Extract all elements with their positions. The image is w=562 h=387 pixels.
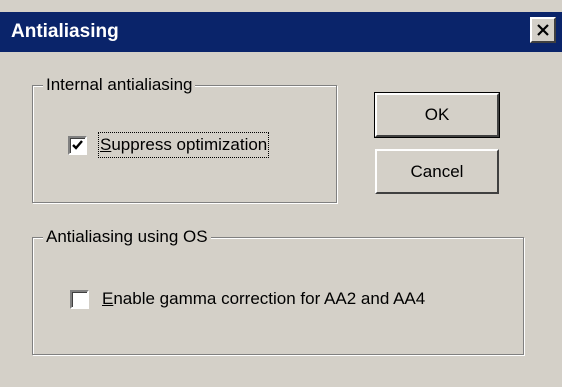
close-icon xyxy=(537,24,549,36)
suppress-optimization-checkbox[interactable] xyxy=(68,135,87,155)
gamma-correction-option[interactable]: Enable gamma correction for AA2 and AA4 xyxy=(70,288,425,310)
os-antialiasing-group: Antialiasing using OS Enable gamma corre… xyxy=(32,227,524,355)
internal-antialiasing-group: Internal antialiasing Suppress optimizat… xyxy=(32,75,337,203)
gamma-correction-label: Enable gamma correction for AA2 and AA4 xyxy=(102,289,426,308)
suppress-optimization-option[interactable]: Suppress optimization xyxy=(68,132,270,158)
antialiasing-dialog: Antialiasing Internal antialiasing Suppr… xyxy=(0,0,562,387)
cancel-button[interactable]: Cancel xyxy=(375,149,499,194)
checkmark-icon xyxy=(72,139,83,150)
close-button[interactable] xyxy=(530,17,556,43)
window-title: Antialiasing xyxy=(11,21,119,42)
title-bar[interactable]: Antialiasing xyxy=(0,12,562,52)
gamma-correction-checkbox[interactable] xyxy=(70,289,89,309)
os-antialiasing-label: Antialiasing using OS xyxy=(43,227,211,247)
suppress-optimization-label: Suppress optimization xyxy=(97,132,270,158)
internal-antialiasing-label: Internal antialiasing xyxy=(43,75,196,95)
ok-button[interactable]: OK xyxy=(374,92,500,138)
